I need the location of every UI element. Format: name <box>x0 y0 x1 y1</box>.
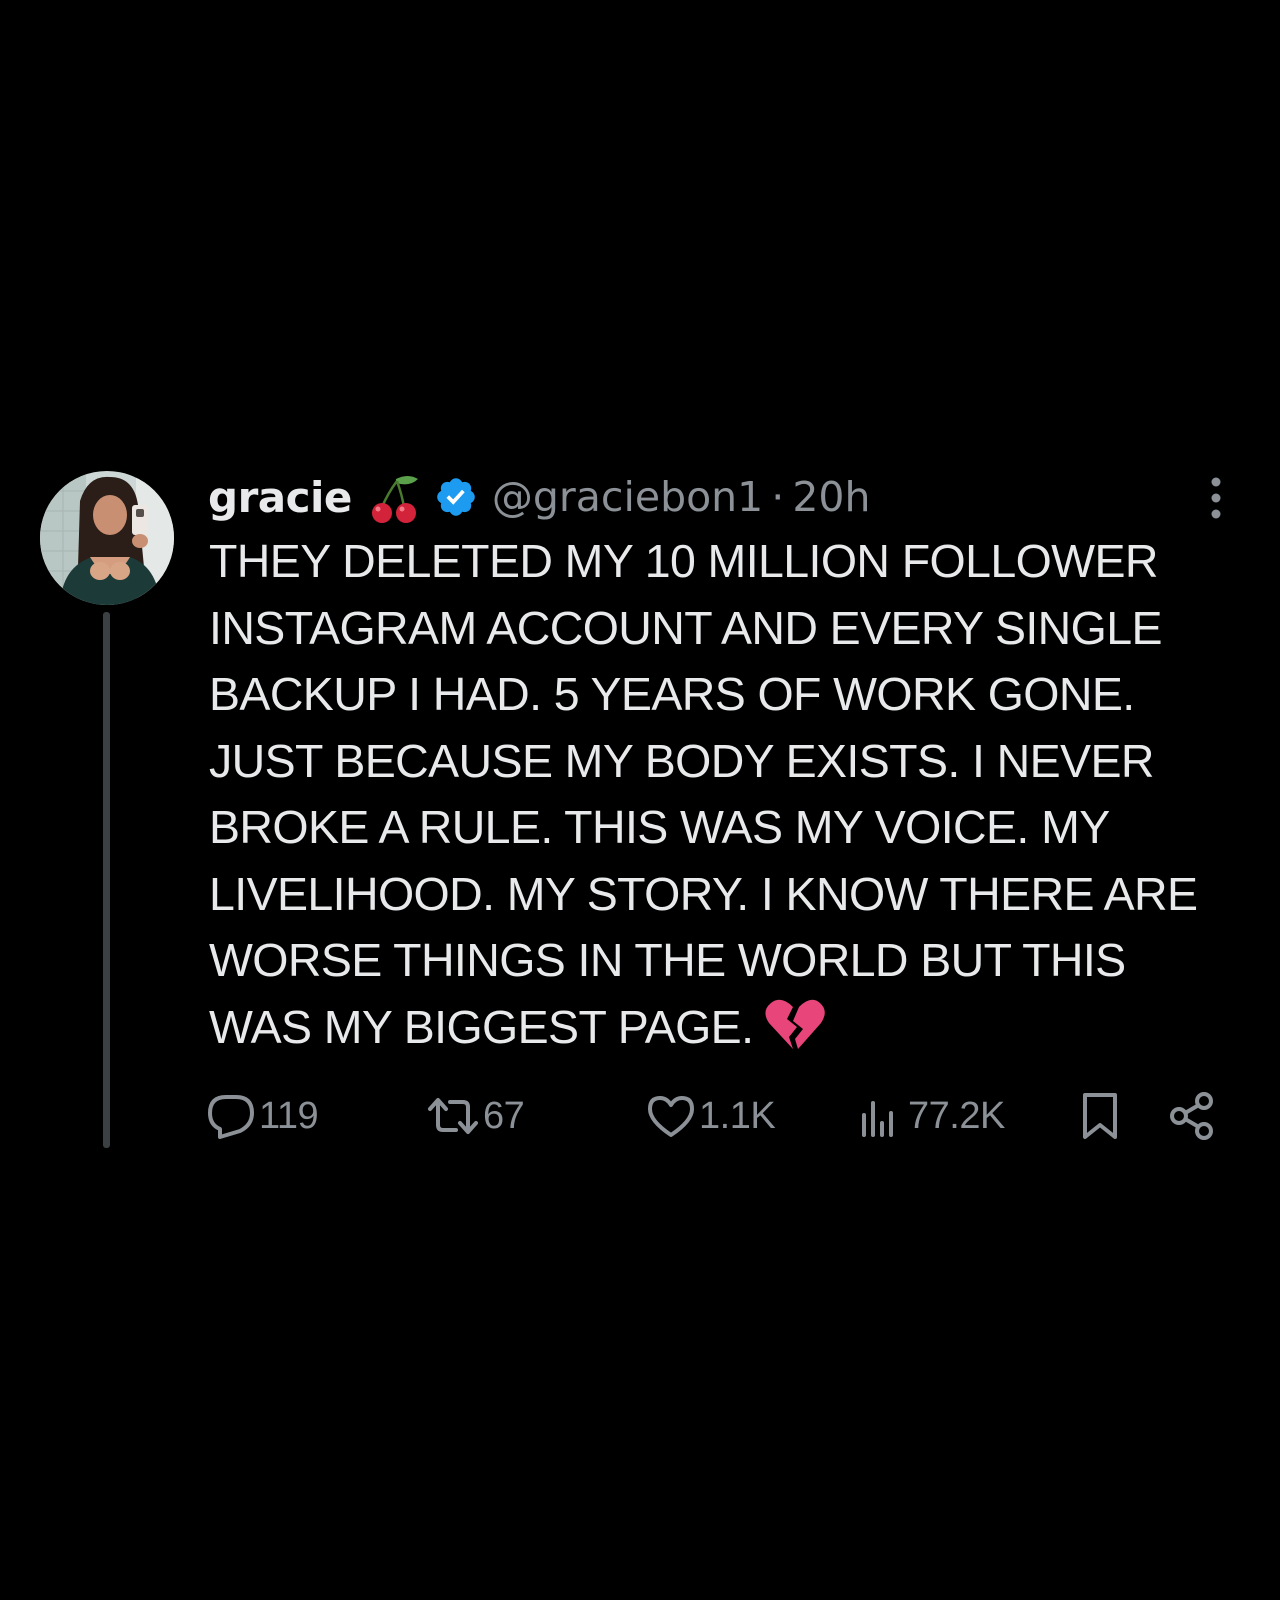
tweet[interactable]: gracie @graciebon1 · 20h THEY DELETED MY… <box>0 0 1280 1600</box>
bookmark-button[interactable] <box>1080 1088 1120 1144</box>
more-vertical-icon <box>1211 477 1221 519</box>
avatar-photo <box>40 471 174 605</box>
repost-icon <box>428 1098 478 1134</box>
tweet-header: gracie @graciebon1 · 20h <box>208 466 870 528</box>
reply-icon <box>208 1095 254 1139</box>
views-button[interactable]: 77.2K <box>856 1088 1005 1144</box>
tweet-text-line: INSTAGRAM ACCOUNT AND EVERY SINGLE <box>209 601 1163 654</box>
share-button[interactable] <box>1168 1088 1216 1144</box>
tweet-text-line: WAS MY BIGGEST PAGE. <box>209 1000 754 1053</box>
heart-icon <box>648 1096 694 1137</box>
repost-button[interactable]: 67 <box>426 1088 525 1144</box>
user-handle[interactable]: @graciebon1 <box>492 473 763 521</box>
avatar[interactable] <box>40 471 174 605</box>
repost-count: 67 <box>483 1094 525 1137</box>
reply-button[interactable]: 119 <box>206 1088 319 1144</box>
like-button[interactable]: 1.1K <box>646 1088 776 1144</box>
tweet-text-line: JUST BECAUSE MY BODY EXISTS. I NEVER <box>209 734 1154 787</box>
bar-chart-icon <box>862 1101 893 1137</box>
cherries-icon <box>371 476 418 523</box>
tweet-text-last-line: WAS MY BIGGEST PAGE. <box>209 994 1249 1061</box>
more-options-button[interactable] <box>1201 474 1231 522</box>
tweet-text: THEY DELETED MY 10 MILLION FOLLOWER INST… <box>209 528 1249 1060</box>
tweet-text-line: WORSE THINGS IN THE WORLD BUT THIS <box>209 934 1126 986</box>
verified-icon <box>437 478 475 516</box>
tweet-text-line: LIVELIHOOD. MY STORY. I KNOW THERE ARE <box>209 867 1198 920</box>
tweet-text-line: BACKUP I HAD. 5 YEARS OF WORK GONE. <box>209 668 1135 720</box>
bookmark-icon <box>1083 1093 1117 1139</box>
reply-count: 119 <box>259 1094 319 1137</box>
broken-heart-icon <box>765 999 826 1049</box>
like-count: 1.1K <box>699 1094 776 1137</box>
tweet-actions: 119 67 1.1K 77.2K <box>206 1088 1226 1144</box>
tweet-text-line: THEY DELETED MY 10 MILLION FOLLOWER <box>209 535 1158 587</box>
thread-line <box>103 612 110 1148</box>
separator-dot: · <box>771 473 785 521</box>
view-count: 77.2K <box>908 1094 1005 1137</box>
share-icon <box>1170 1092 1213 1140</box>
display-name[interactable]: gracie <box>208 473 352 522</box>
timestamp[interactable]: 20h <box>792 473 870 521</box>
tweet-text-line: BROKE A RULE. THIS WAS MY VOICE. MY <box>209 801 1110 853</box>
